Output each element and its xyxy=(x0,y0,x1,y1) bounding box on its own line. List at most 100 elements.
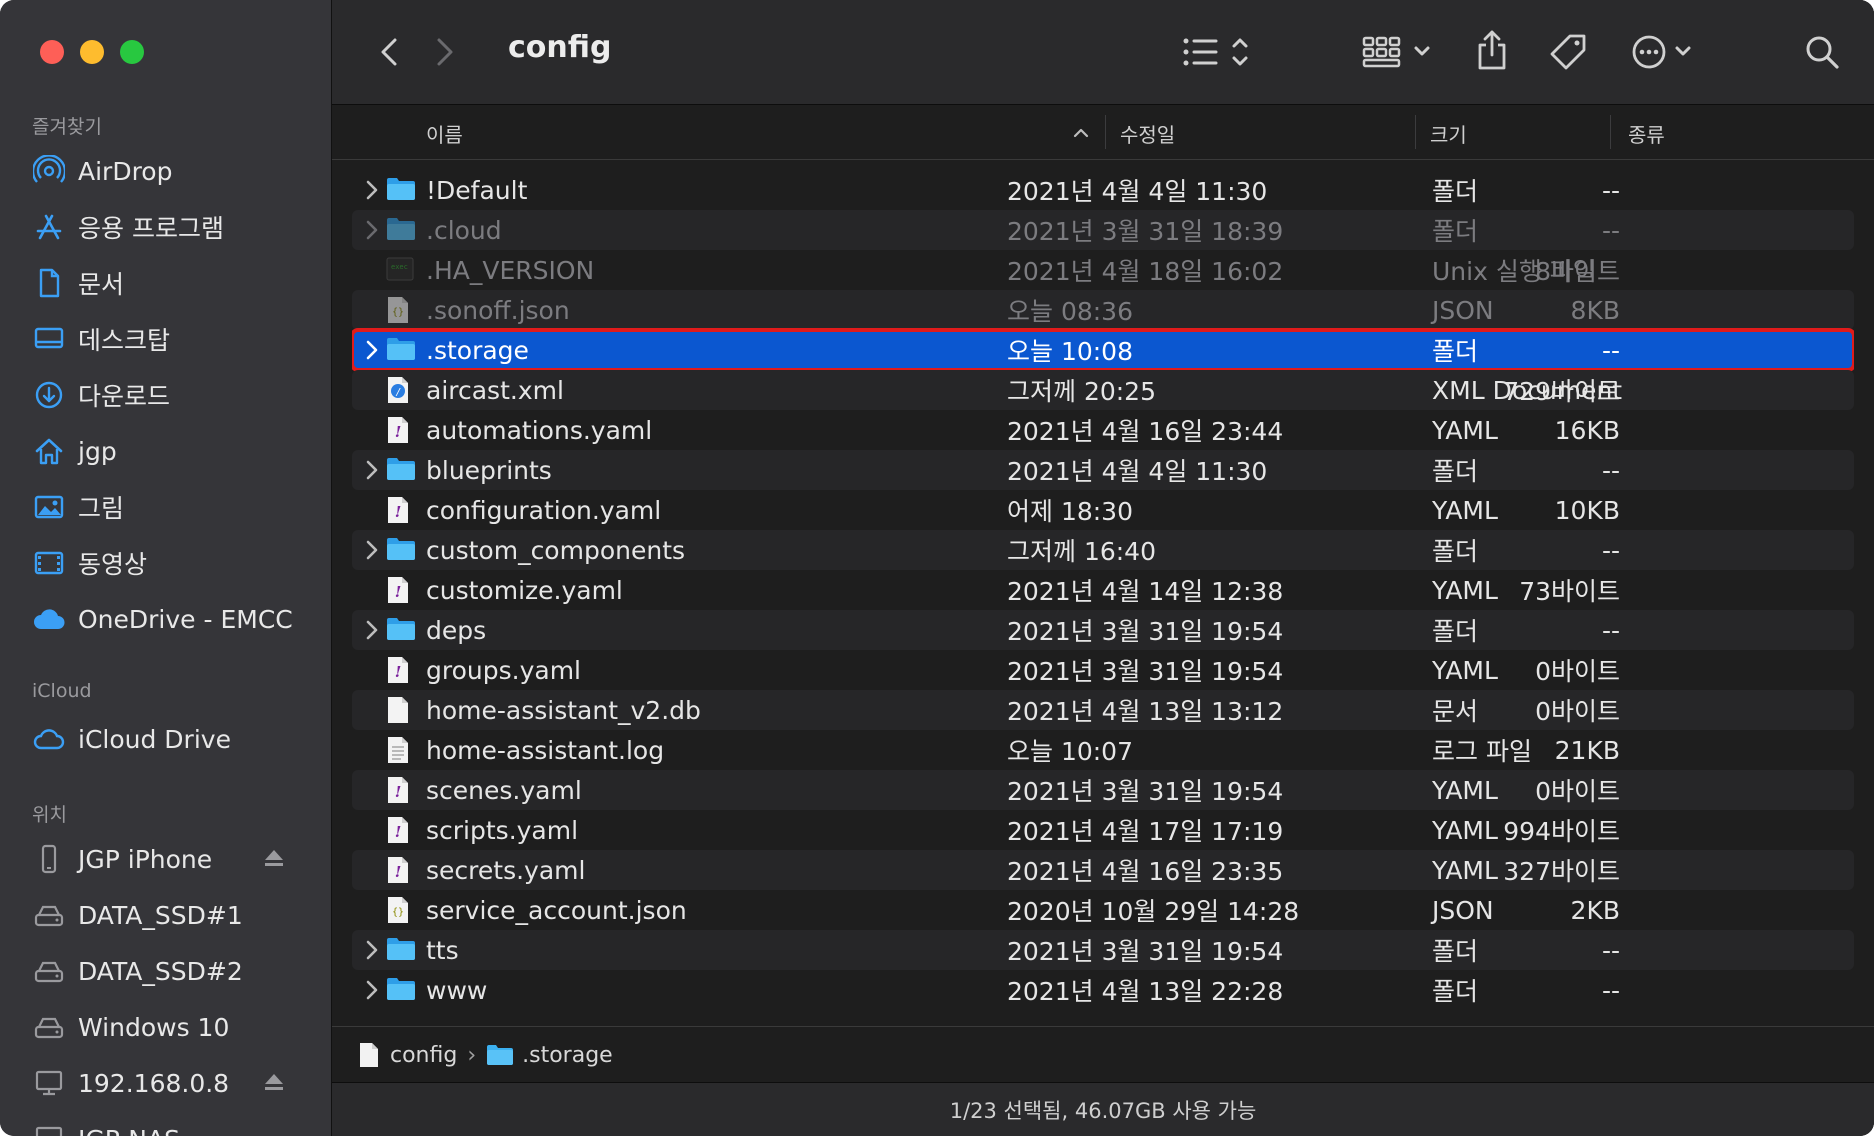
path-item-storage[interactable]: .storage xyxy=(486,1043,613,1068)
file-row[interactable]: ! groups.yaml 2021년 3월 31일 19:54 0바이트 YA… xyxy=(352,650,1854,690)
eject-button[interactable] xyxy=(263,848,285,872)
file-date: 2021년 3월 31일 19:54 xyxy=(1007,777,1284,806)
close-window-button[interactable] xyxy=(40,40,64,64)
group-button[interactable] xyxy=(1360,30,1436,74)
file-kind: 로그 파일 xyxy=(1432,737,1532,766)
sort-ascending-icon[interactable] xyxy=(1072,123,1090,142)
file-row[interactable]: ! scenes.yaml 2021년 3월 31일 19:54 0바이트 YA… xyxy=(352,770,1854,810)
file-row[interactable]: home-assistant_v2.db 2021년 4월 13일 13:12 … xyxy=(352,690,1854,730)
sidebar-item[interactable]: 그림 xyxy=(32,484,311,530)
column-size-header[interactable]: 크기 xyxy=(1430,119,1467,148)
more-icon xyxy=(1632,35,1691,69)
file-row[interactable]: ! scripts.yaml 2021년 4월 17일 17:19 994바이트… xyxy=(352,810,1854,850)
file-size: 2KB xyxy=(1570,895,1620,925)
sidebar-section-label: 위치 xyxy=(32,804,67,826)
disclosure-chevron-icon xyxy=(366,220,378,240)
zoom-window-button[interactable] xyxy=(120,40,144,64)
sidebar-item[interactable]: AirDrop xyxy=(32,148,311,194)
eject-icon xyxy=(265,850,283,866)
column-separator[interactable] xyxy=(1105,115,1106,149)
file-row[interactable]: deps 2021년 3월 31일 19:54 -- 폴더 xyxy=(352,610,1854,650)
disclosure-toggle[interactable] xyxy=(360,618,384,642)
sidebar-item[interactable]: DATA_SSD#1 xyxy=(32,892,311,938)
file-row[interactable]: exec .HA_VERSION 2021년 4월 18일 16:02 8바이트… xyxy=(352,250,1854,290)
file-row[interactable]: .cloud 2021년 3월 31일 18:39 -- 폴더 xyxy=(352,210,1854,250)
sidebar-item[interactable]: 응용 프로그램 xyxy=(32,204,311,250)
share-button[interactable] xyxy=(1472,26,1512,74)
file-row[interactable]: tts 2021년 3월 31일 19:54 -- 폴더 xyxy=(352,930,1854,970)
file-row[interactable]: ! customize.yaml 2021년 4월 14일 12:38 73바이… xyxy=(352,570,1854,610)
file-row[interactable]: / aircast.xml 그저께 20:25 729바이트 XML Docum… xyxy=(352,370,1854,410)
file-row[interactable]: www 2021년 4월 13일 22:28 -- 폴더 xyxy=(352,970,1854,1010)
yaml-file-icon: ! xyxy=(388,657,408,683)
column-separator[interactable] xyxy=(1415,115,1416,149)
path-item-config[interactable]: config xyxy=(358,1042,457,1068)
minimize-window-button[interactable] xyxy=(80,40,104,64)
file-date: 2020년 10월 29일 14:28 xyxy=(1007,897,1300,926)
file-size: 327바이트 xyxy=(1503,857,1620,886)
file-row[interactable]: .storage 오늘 10:08 -- 폴더 xyxy=(352,328,1854,372)
disclosure-toggle[interactable] xyxy=(360,338,384,362)
file-row[interactable]: !Default 2021년 4월 4일 11:30 -- 폴더 xyxy=(352,170,1854,210)
disclosure-toggle[interactable] xyxy=(360,538,384,562)
sidebar-item[interactable]: 데스크탑 xyxy=(32,316,311,362)
file-size: -- xyxy=(1601,175,1620,205)
file-row[interactable]: ! configuration.yaml 어제 18:30 10KB YAML xyxy=(352,490,1854,530)
file-row[interactable]: blueprints 2021년 4월 4일 11:30 -- 폴더 xyxy=(352,450,1854,490)
window-title: config xyxy=(508,30,612,65)
file-row[interactable]: ! secrets.yaml 2021년 4월 16일 23:35 327바이트… xyxy=(352,850,1854,890)
sidebar-item[interactable]: OneDrive - EMCC xyxy=(32,596,311,642)
sidebar-item-label: iCloud Drive xyxy=(78,724,231,754)
forward-button[interactable] xyxy=(430,34,460,70)
disclosure-toggle[interactable] xyxy=(360,938,384,962)
search-button[interactable] xyxy=(1800,30,1844,74)
action-menu-button[interactable] xyxy=(1628,30,1704,74)
eject-button[interactable] xyxy=(263,1072,285,1096)
file-size: -- xyxy=(1601,535,1620,565)
sidebar-item[interactable]: jgp xyxy=(32,428,311,474)
sidebar-item[interactable]: iCloud Drive xyxy=(32,716,311,762)
file-row[interactable]: ! automations.yaml 2021년 4월 16일 23:44 16… xyxy=(352,410,1854,450)
file-date: 오늘 10:07 xyxy=(1007,737,1133,766)
drive-icon xyxy=(34,905,64,927)
file-row[interactable]: {} service_account.json 2020년 10월 29일 14… xyxy=(352,890,1854,930)
tag-button[interactable] xyxy=(1546,30,1590,74)
yaml-file-icon: ! xyxy=(388,417,408,443)
disclosure-chevron-icon xyxy=(366,180,378,200)
disclosure-toggle[interactable] xyxy=(360,178,384,202)
file-size: -- xyxy=(1601,335,1620,365)
sidebar-item[interactable]: 192.168.0.8 xyxy=(32,1060,311,1106)
list-view-icon xyxy=(1183,38,1248,66)
column-name-header[interactable]: 이름 xyxy=(426,119,463,148)
disclosure-toggle[interactable] xyxy=(360,978,384,1002)
disclosure-chevron-icon xyxy=(366,980,378,1000)
file-name: www xyxy=(426,975,488,1005)
chevron-left-icon xyxy=(381,38,397,66)
view-mode-button[interactable] xyxy=(1182,30,1258,74)
file-date: 2021년 4월 16일 23:35 xyxy=(1007,857,1284,886)
disclosure-toggle[interactable] xyxy=(360,218,384,242)
sidebar-item[interactable]: DATA_SSD#2 xyxy=(32,948,311,994)
json-file-icon: {} xyxy=(388,897,408,923)
sidebar-item[interactable]: 문서 xyxy=(32,260,311,306)
sidebar-item[interactable]: JGP-NAS xyxy=(32,1116,311,1136)
sidebar-item[interactable]: 동영상 xyxy=(32,540,311,586)
disclosure-toggle[interactable] xyxy=(360,458,384,482)
file-row[interactable]: custom_components 그저께 16:40 -- 폴더 xyxy=(352,530,1854,570)
file-row[interactable]: home-assistant.log 오늘 10:07 21KB 로그 파일 xyxy=(352,730,1854,770)
file-name: groups.yaml xyxy=(426,655,581,685)
sidebar-item[interactable]: Windows 10 xyxy=(32,1004,311,1050)
column-separator[interactable] xyxy=(1610,115,1611,149)
file-name: automations.yaml xyxy=(426,415,653,445)
sidebar-item[interactable]: 다운로드 xyxy=(32,372,311,418)
file-row[interactable]: {} .sonoff.json 오늘 08:36 8KB JSON xyxy=(352,290,1854,330)
file-date: 2021년 4월 17일 17:19 xyxy=(1007,817,1284,846)
drive-icon xyxy=(34,961,64,983)
column-kind-header[interactable]: 종류 xyxy=(1628,119,1665,148)
file-kind: 폴더 xyxy=(1432,457,1479,486)
yaml-file-icon: ! xyxy=(388,497,408,523)
folder-icon xyxy=(387,938,415,960)
column-date-header[interactable]: 수정일 xyxy=(1120,119,1175,148)
sidebar-item[interactable]: JGP iPhone xyxy=(32,836,311,882)
back-button[interactable] xyxy=(374,34,404,70)
